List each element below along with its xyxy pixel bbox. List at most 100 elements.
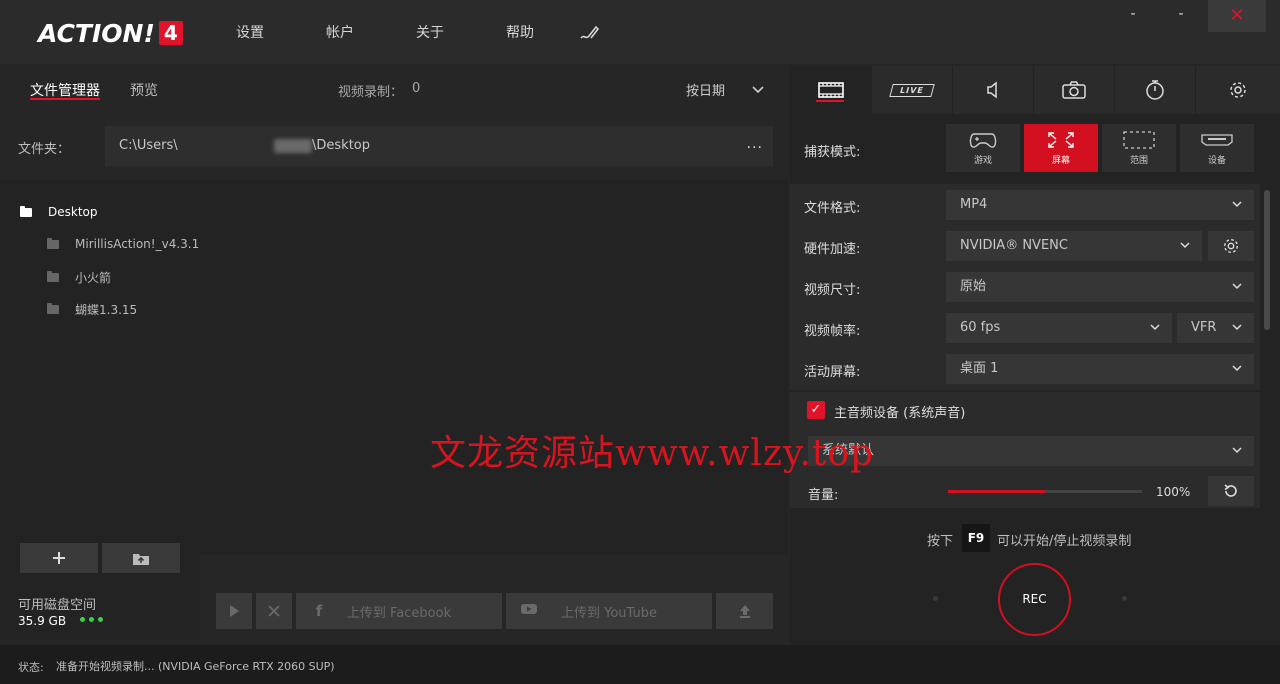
upload-youtube-button[interactable]: 上传到 YouTube bbox=[506, 593, 712, 629]
audio-device-select[interactable]: 系统默认 bbox=[808, 436, 1254, 466]
active-screen-value: 桌面 1 bbox=[960, 361, 999, 376]
play-button[interactable] bbox=[216, 593, 252, 629]
chevron-down-icon bbox=[1232, 283, 1242, 290]
chevron-down-icon bbox=[1150, 324, 1160, 331]
frame-rate-select[interactable]: 60 fps bbox=[946, 313, 1172, 343]
tree-item-label: 小火箭 bbox=[75, 271, 112, 285]
add-folder-button[interactable] bbox=[20, 543, 98, 573]
folder-upload-icon bbox=[133, 554, 149, 565]
hw-accel-select[interactable]: NVIDIA® NVENC bbox=[946, 231, 1202, 261]
maximize-button[interactable]: - bbox=[1174, 6, 1188, 32]
folder-path-field[interactable]: C:\Users\ \Desktop ... bbox=[105, 126, 773, 166]
file-format-select[interactable]: MP4 bbox=[946, 190, 1254, 220]
tree-item-label: MirillisAction!_v4.3.1... bbox=[75, 237, 211, 251]
folder-icon bbox=[20, 205, 32, 217]
play-icon bbox=[230, 605, 239, 617]
tab-screenshot[interactable] bbox=[1033, 66, 1114, 114]
menu-help[interactable]: 帮助 bbox=[506, 22, 534, 42]
tree-item[interactable]: MirillisAction!_v4.3.1... bbox=[47, 237, 211, 251]
settings-scrollbar[interactable] bbox=[1264, 190, 1270, 330]
rec-indicator-dot bbox=[933, 596, 938, 601]
volume-slider[interactable] bbox=[948, 490, 1142, 493]
watermark-text: 文龙资源站www.wlzy.top bbox=[430, 433, 875, 474]
gear-icon bbox=[1224, 239, 1238, 253]
tree-item-label: 蝴蝶1.3.15 bbox=[75, 303, 138, 317]
tree-item[interactable]: 蝴蝶1.3.15 bbox=[47, 301, 137, 318]
delete-button[interactable] bbox=[256, 593, 292, 629]
tab-active-indicator bbox=[816, 100, 844, 102]
capture-mode-region[interactable]: 范围 bbox=[1102, 124, 1176, 172]
tab-audio[interactable] bbox=[952, 66, 1033, 114]
capture-mode-label: 捕获模式: bbox=[804, 145, 861, 160]
speaker-icon bbox=[987, 81, 997, 99]
active-screen-label: 活动屏幕: bbox=[804, 365, 861, 380]
gamepad-icon bbox=[969, 133, 997, 148]
capture-mode-screen[interactable]: 屏幕 bbox=[1024, 124, 1098, 172]
volume-reset-button[interactable] bbox=[1208, 476, 1254, 506]
chevron-down-icon bbox=[1232, 447, 1242, 454]
hw-accel-settings-button[interactable] bbox=[1208, 231, 1254, 261]
capture-mode-device[interactable]: 设备 bbox=[1180, 124, 1254, 172]
tab-preview[interactable]: 预览 bbox=[130, 80, 158, 100]
chevron-down-icon[interactable] bbox=[752, 84, 764, 94]
app-logo: ACTION! 4 bbox=[38, 18, 183, 48]
tab-live[interactable]: LIVE bbox=[871, 66, 952, 114]
disk-status-indicator bbox=[80, 615, 103, 622]
video-size-value: 原始 bbox=[960, 279, 987, 294]
logo-text: ACTION! bbox=[38, 18, 155, 48]
video-size-label: 视频尺寸: bbox=[804, 283, 861, 298]
status-text: 准备开始视频录制... (NVIDIA GeForce RTX 2060 SUP… bbox=[56, 660, 335, 673]
capture-mode-label-game: 游戏 bbox=[973, 156, 992, 166]
close-button[interactable]: ✕ bbox=[1208, 0, 1266, 32]
live-icon: LIVE bbox=[889, 83, 935, 97]
capture-mode-game[interactable]: 游戏 bbox=[946, 124, 1020, 172]
file-format-value: MP4 bbox=[960, 197, 988, 212]
stopwatch-icon bbox=[1146, 80, 1164, 100]
camera-icon bbox=[1062, 81, 1086, 99]
redacted-username bbox=[274, 139, 312, 153]
hotkey-key: F9 bbox=[962, 524, 990, 552]
minimize-button[interactable]: - bbox=[1126, 6, 1140, 32]
chevron-down-icon bbox=[1180, 242, 1190, 249]
tree-item-desktop[interactable]: Desktop bbox=[20, 205, 98, 219]
menu-account[interactable]: 帐户 bbox=[326, 22, 354, 42]
menu-about[interactable]: 关于 bbox=[416, 22, 444, 42]
facebook-icon: f bbox=[315, 602, 323, 620]
frame-rate-value: 60 fps bbox=[960, 320, 1001, 335]
close-icon bbox=[268, 605, 280, 617]
film-icon bbox=[818, 82, 844, 98]
volume-slider-fill bbox=[948, 490, 1045, 493]
hotkey-prefix: 按下 bbox=[927, 534, 954, 549]
upload-facebook-button[interactable]: f 上传到 Facebook bbox=[296, 593, 502, 629]
frame-rate-mode-select[interactable]: VFR bbox=[1177, 313, 1254, 343]
gear-icon bbox=[1230, 82, 1246, 98]
active-screen-select[interactable]: 桌面 1 bbox=[946, 354, 1254, 384]
file-list-area[interactable] bbox=[200, 180, 788, 555]
menu-settings[interactable]: 设置 bbox=[236, 22, 264, 42]
volume-label: 音量: bbox=[808, 488, 839, 503]
audio-enable-checkbox[interactable]: ✓ bbox=[807, 401, 825, 419]
tab-timer[interactable] bbox=[1114, 66, 1195, 114]
tree-item[interactable]: 小火箭 bbox=[47, 269, 111, 286]
audio-device-title: 主音频设备 (系统声音) bbox=[834, 406, 966, 421]
rec-indicator-dot bbox=[1122, 596, 1127, 601]
upload-facebook-label: 上传到 Facebook bbox=[346, 605, 452, 621]
sort-dropdown[interactable]: 按日期 bbox=[686, 80, 725, 99]
record-button[interactable]: REC bbox=[998, 563, 1071, 636]
tab-file-manager[interactable]: 文件管理器 bbox=[30, 80, 100, 100]
open-folder-button[interactable] bbox=[102, 543, 180, 573]
tab-video[interactable] bbox=[790, 66, 871, 114]
video-size-select[interactable]: 原始 bbox=[946, 272, 1254, 302]
folder-icon bbox=[47, 303, 59, 314]
folder-label: 文件夹： bbox=[18, 142, 71, 157]
chevron-down-icon bbox=[1232, 324, 1242, 331]
status-label: 状态: bbox=[18, 661, 44, 674]
hw-accel-label: 硬件加速: bbox=[804, 242, 861, 257]
plus-icon bbox=[53, 552, 65, 564]
tree-item-label: Desktop bbox=[48, 205, 98, 219]
hdmi-icon bbox=[1201, 134, 1233, 146]
tab-settings[interactable] bbox=[1195, 66, 1280, 114]
upload-button[interactable] bbox=[716, 593, 773, 629]
browse-folder-button[interactable]: ... bbox=[747, 136, 763, 152]
pen-icon[interactable] bbox=[578, 22, 600, 42]
